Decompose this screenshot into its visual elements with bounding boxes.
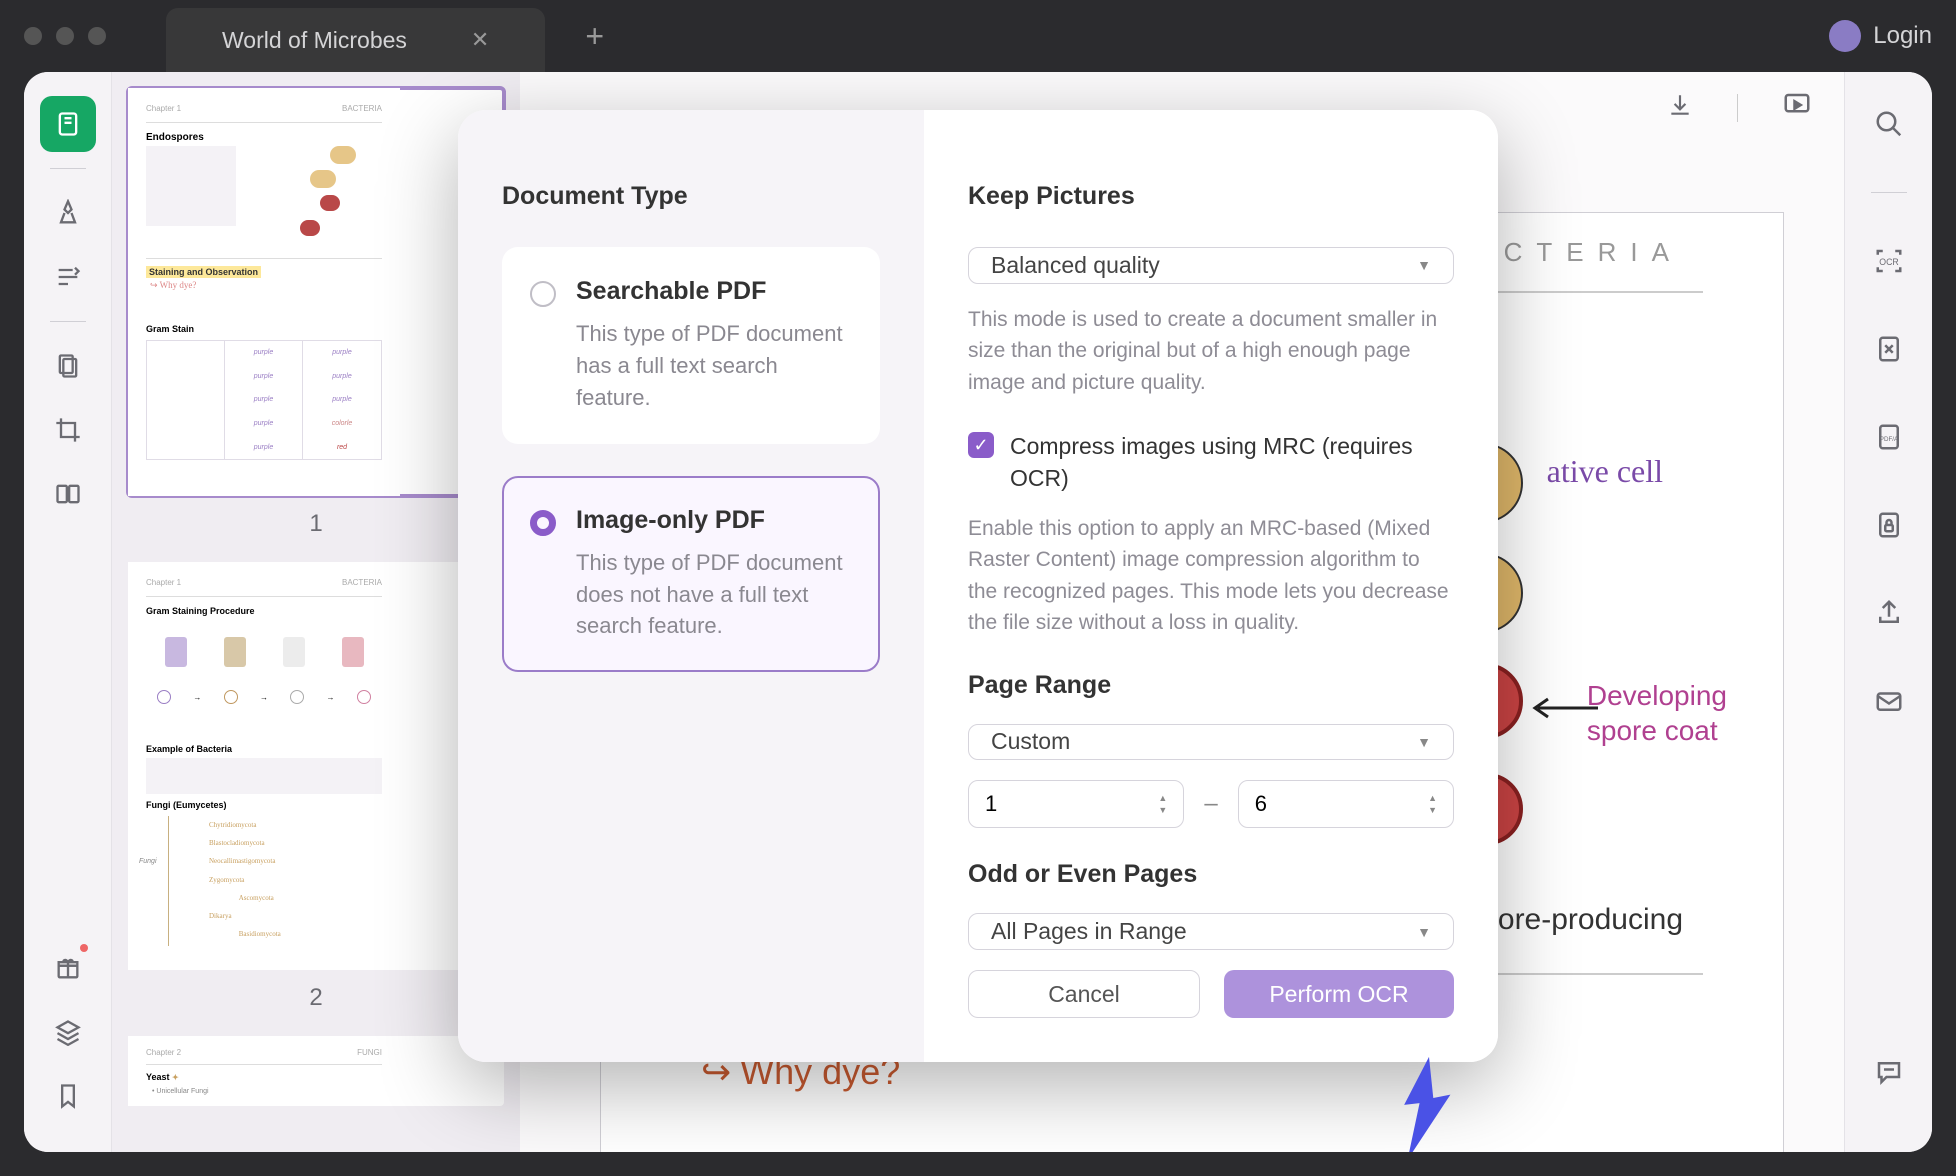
stepper-to[interactable]: ▲▼ bbox=[1428, 793, 1437, 815]
highlight-tool-icon[interactable] bbox=[40, 185, 96, 241]
ocr-dialog: Document Type Searchable PDF This type o… bbox=[458, 110, 1498, 1062]
split-tool-icon[interactable] bbox=[40, 466, 96, 522]
page-from-input[interactable]: 1 ▲▼ bbox=[968, 780, 1184, 828]
chevron-down-icon: ▼ bbox=[1417, 734, 1431, 750]
perform-ocr-button[interactable]: Perform OCR bbox=[1224, 970, 1454, 1018]
odd-even-title: Odd or Even Pages bbox=[968, 860, 1454, 889]
crop-tool-icon[interactable] bbox=[40, 402, 96, 458]
tab-close-button[interactable]: ✕ bbox=[471, 27, 489, 53]
stepper-from[interactable]: ▲▼ bbox=[1158, 793, 1167, 815]
cancel-button[interactable]: Cancel bbox=[968, 970, 1200, 1018]
keep-pictures-select[interactable]: Balanced quality ▼ bbox=[968, 247, 1454, 284]
window-controls bbox=[24, 27, 106, 45]
email-icon[interactable] bbox=[1861, 673, 1917, 729]
compress-icon[interactable] bbox=[1861, 321, 1917, 377]
document-type-title: Document Type bbox=[502, 182, 880, 211]
tab-document[interactable]: World of Microbes ✕ bbox=[166, 8, 545, 72]
option-image-only-pdf[interactable]: Image-only PDF This type of PDF document… bbox=[502, 476, 880, 673]
avatar-icon bbox=[1829, 20, 1861, 52]
svg-text:OCR: OCR bbox=[1879, 257, 1898, 267]
keep-pictures-help: This mode is used to create a document s… bbox=[968, 304, 1454, 399]
maximize-window-button[interactable] bbox=[88, 27, 106, 45]
radio-image-only[interactable] bbox=[530, 510, 556, 536]
chevron-down-icon: ▼ bbox=[1417, 257, 1431, 273]
option-searchable-pdf[interactable]: Searchable PDF This type of PDF document… bbox=[502, 247, 880, 444]
page-thumbnail-3[interactable]: Chapter 2 FUNGI Yeast ✦ • Unicellular Fu… bbox=[128, 1036, 504, 1106]
keep-pictures-title: Keep Pictures bbox=[968, 182, 1454, 211]
radio-searchable[interactable] bbox=[530, 281, 556, 307]
page-range-title: Page Range bbox=[968, 671, 1454, 700]
title-bar: World of Microbes ✕ + Login bbox=[0, 0, 1956, 72]
tab-title: World of Microbes bbox=[222, 27, 407, 54]
edit-text-tool-icon[interactable] bbox=[40, 249, 96, 305]
bookmark-icon[interactable] bbox=[40, 1068, 96, 1124]
annotation-vegetative: ative cell bbox=[1547, 453, 1663, 490]
gift-icon[interactable] bbox=[40, 940, 96, 996]
compress-mrc-help: Enable this option to apply an MRC-based… bbox=[968, 513, 1454, 639]
new-tab-button[interactable]: + bbox=[585, 18, 604, 55]
thumbnail-label-2: 2 bbox=[128, 984, 504, 1012]
left-toolbar bbox=[24, 72, 112, 1152]
download-icon[interactable] bbox=[1667, 92, 1693, 123]
minimize-window-button[interactable] bbox=[56, 27, 74, 45]
ocr-icon[interactable]: OCR bbox=[1861, 233, 1917, 289]
thumbnail-label-1: 1 bbox=[128, 510, 504, 538]
pdfa-icon[interactable]: PDF/A bbox=[1861, 409, 1917, 465]
annotation-developing: Developingspore coat bbox=[1587, 679, 1727, 748]
right-toolbar: OCR PDF/A bbox=[1844, 72, 1932, 1152]
compress-mrc-label: Compress images using MRC (requires OCR) bbox=[1010, 430, 1454, 494]
search-icon[interactable] bbox=[1861, 96, 1917, 152]
odd-even-select[interactable]: All Pages in Range ▼ bbox=[968, 913, 1454, 950]
protect-icon[interactable] bbox=[1861, 497, 1917, 553]
page-thumbnail-1[interactable]: Chapter 1 BACTERIA Endospores Staining a… bbox=[128, 88, 504, 496]
chevron-down-icon: ▼ bbox=[1417, 924, 1431, 940]
svg-text:PDF/A: PDF/A bbox=[1879, 436, 1898, 443]
close-window-button[interactable] bbox=[24, 27, 42, 45]
layers-icon[interactable] bbox=[40, 1004, 96, 1060]
comments-icon[interactable] bbox=[1861, 1044, 1917, 1100]
login-button[interactable]: Login bbox=[1829, 20, 1932, 52]
page-thumbnail-2[interactable]: Chapter 1 BACTERIA Gram Staining Procedu… bbox=[128, 562, 504, 970]
page-to-input[interactable]: 6 ▲▼ bbox=[1238, 780, 1454, 828]
page-range-select[interactable]: Custom ▼ bbox=[968, 724, 1454, 761]
pages-tool-icon[interactable] bbox=[40, 338, 96, 394]
present-icon[interactable] bbox=[1782, 90, 1812, 125]
document-view-icon[interactable] bbox=[40, 96, 96, 152]
share-icon[interactable] bbox=[1861, 585, 1917, 641]
compress-mrc-checkbox[interactable]: ✓ bbox=[968, 432, 994, 458]
